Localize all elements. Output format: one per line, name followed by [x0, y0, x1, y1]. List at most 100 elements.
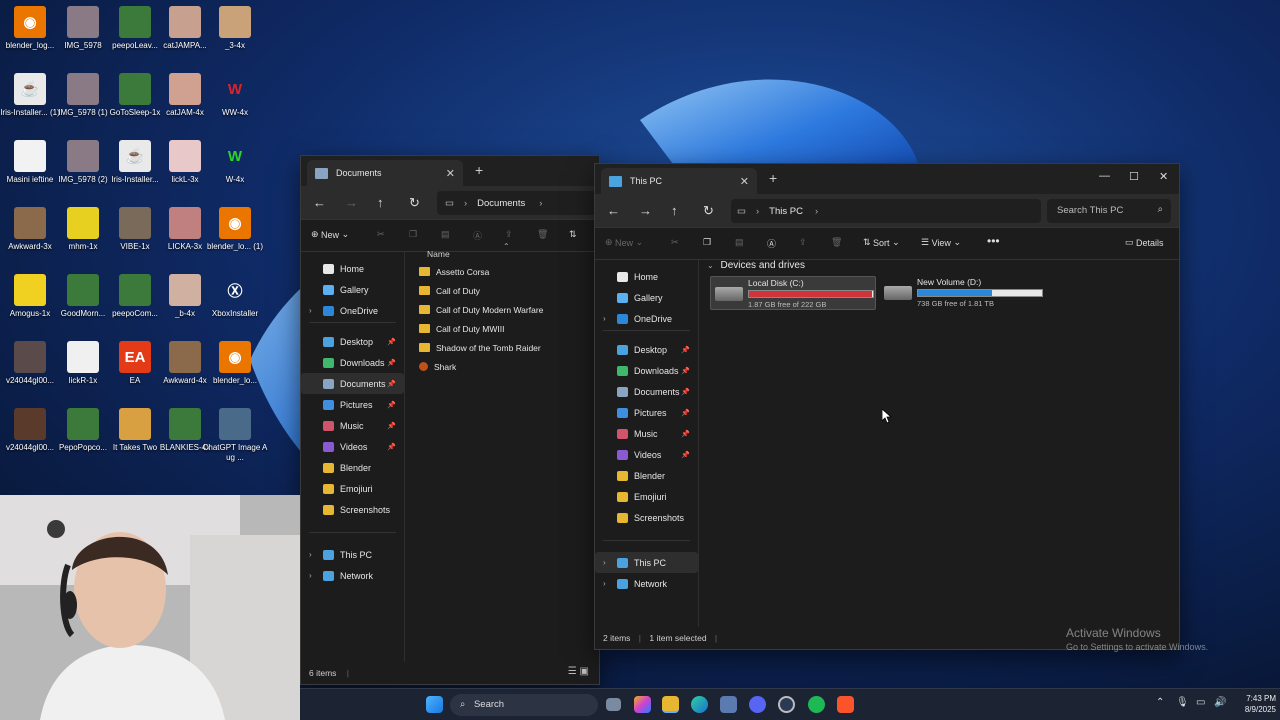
- nav-item[interactable]: Gallery: [301, 279, 404, 300]
- file-row[interactable]: Shadow of the Tomb Raider: [419, 338, 541, 357]
- sort-button[interactable]: ⇅ Sort ⌄: [863, 237, 900, 248]
- start-button-windows-icon[interactable]: [426, 696, 443, 713]
- thispc-tab[interactable]: This PC ✕: [601, 168, 757, 194]
- nav-item[interactable]: Videos 📌: [595, 444, 698, 465]
- minimize-icon[interactable]: —: [1099, 170, 1110, 182]
- file-explorer-icon[interactable]: [662, 696, 679, 713]
- rename-icon[interactable]: Ⓐ: [473, 229, 482, 242]
- network-icon[interactable]: ▭: [1196, 697, 1205, 708]
- file-row[interactable]: Assetto Corsa: [419, 262, 489, 281]
- drive-tile[interactable]: Local Disk (C:) 1.87 GB free of 222 GB: [710, 276, 876, 310]
- nav-item[interactable]: Emojiuri: [595, 486, 698, 507]
- desktop-shortcut[interactable]: Ⓧ XboxInstaller: [202, 274, 268, 319]
- edge-icon[interactable]: [691, 696, 708, 713]
- file-row[interactable]: Call of Duty: [419, 281, 480, 300]
- nav-item[interactable]: Screenshots: [595, 507, 698, 528]
- nav-item[interactable]: Music 📌: [301, 415, 404, 436]
- chevron-up-icon[interactable]: ⌃: [1156, 697, 1164, 708]
- cut-icon[interactable]: ✂: [377, 229, 385, 240]
- sort-icon[interactable]: ⇅: [569, 229, 577, 240]
- back-arrow-icon[interactable]: ←: [607, 203, 620, 218]
- more-options-icon[interactable]: •••: [987, 234, 1000, 248]
- file-row[interactable]: Shark: [419, 357, 456, 376]
- copy-icon[interactable]: ❐: [703, 237, 711, 248]
- microphone-icon[interactable]: 🎙: [1176, 697, 1189, 708]
- nav-item[interactable]: Emojiuri: [301, 478, 404, 499]
- delete-icon[interactable]: 🗑: [831, 237, 842, 248]
- documents-breadcrumb[interactable]: ▭ › Documents ›: [437, 191, 601, 215]
- nav-item[interactable]: Home: [301, 258, 404, 279]
- clock[interactable]: 7:43 PM 8/9/2025: [1230, 693, 1276, 715]
- desktop-shortcut[interactable]: ChatGPT Image Aug ...: [202, 408, 268, 463]
- nav-item[interactable]: Downloads 📌: [595, 360, 698, 381]
- nav-item[interactable]: › Network: [301, 565, 404, 586]
- drive-tile[interactable]: New Volume (D:) 738 GB free of 1.81 TB: [880, 276, 1046, 310]
- new-tab-icon[interactable]: +: [475, 162, 483, 178]
- nav-item[interactable]: Downloads 📌: [301, 352, 404, 373]
- search-input[interactable]: Search This PC ⌕: [1047, 199, 1171, 223]
- thispc-window[interactable]: This PC ✕ + — ☐ ✕ ← → ↑ ↻ ▭ › This PC › …: [594, 163, 1180, 650]
- close-tab-icon[interactable]: ✕: [446, 167, 455, 180]
- nav-item[interactable]: Documents 📌: [301, 373, 404, 394]
- refresh-icon[interactable]: ↻: [409, 195, 420, 211]
- nav-item[interactable]: Desktop 📌: [595, 339, 698, 360]
- chevron-right-icon[interactable]: ›: [603, 314, 606, 323]
- copilot-icon[interactable]: [634, 696, 651, 713]
- new-button[interactable]: ⊕ New ⌄: [605, 237, 643, 248]
- up-arrow-icon[interactable]: ↑: [377, 195, 384, 210]
- spotify-icon[interactable]: [808, 696, 825, 713]
- forward-arrow-icon[interactable]: →: [345, 195, 358, 210]
- chevron-right-icon[interactable]: ›: [309, 306, 312, 315]
- breadcrumb-thispc[interactable]: This PC: [769, 206, 803, 217]
- nav-item[interactable]: › This PC: [595, 552, 698, 573]
- store-icon[interactable]: [720, 696, 737, 713]
- desktop-shortcut[interactable]: W WW-4x: [202, 73, 268, 118]
- cut-icon[interactable]: ✂: [671, 237, 679, 248]
- nav-item[interactable]: › OneDrive: [301, 300, 404, 321]
- copy-icon[interactable]: ❐: [409, 229, 417, 240]
- nav-item[interactable]: Desktop 📌: [301, 331, 404, 352]
- nav-item[interactable]: Videos 📌: [301, 436, 404, 457]
- nav-item[interactable]: Music 📌: [595, 423, 698, 444]
- list-view-icon[interactable]: ☰ ▣: [568, 666, 589, 677]
- back-arrow-icon[interactable]: ←: [313, 195, 326, 210]
- nav-item[interactable]: › This PC: [301, 544, 404, 565]
- steam-icon[interactable]: [778, 696, 795, 713]
- forward-arrow-icon[interactable]: →: [639, 203, 652, 218]
- chevron-right-icon[interactable]: ›: [309, 571, 312, 580]
- delete-icon[interactable]: 🗑: [537, 229, 548, 240]
- thispc-breadcrumb[interactable]: ▭ › This PC ›: [731, 199, 1041, 223]
- nav-item[interactable]: Blender: [595, 465, 698, 486]
- share-icon[interactable]: ⇪: [799, 237, 807, 248]
- chevron-right-icon[interactable]: ›: [603, 579, 606, 588]
- desktop-shortcut[interactable]: _3-4x: [202, 6, 268, 51]
- chevron-right-icon[interactable]: ›: [309, 550, 312, 559]
- new-button[interactable]: ⊕ New ⌄: [311, 229, 349, 240]
- close-tab-icon[interactable]: ✕: [740, 175, 749, 188]
- nav-item[interactable]: Pictures 📌: [301, 394, 404, 415]
- nav-item[interactable]: Blender: [301, 457, 404, 478]
- nav-item[interactable]: Documents 📌: [595, 381, 698, 402]
- maximize-icon[interactable]: ☐: [1129, 170, 1139, 183]
- paste-icon[interactable]: ▤: [735, 237, 744, 248]
- nav-item[interactable]: Screenshots: [301, 499, 404, 520]
- refresh-icon[interactable]: ↻: [703, 203, 714, 219]
- volume-icon[interactable]: 🔊: [1214, 697, 1226, 708]
- taskbar-search-box[interactable]: ⌕ Search: [450, 694, 598, 716]
- view-button[interactable]: ☰ View ⌄: [921, 237, 961, 248]
- up-arrow-icon[interactable]: ↑: [671, 203, 678, 218]
- discord-icon[interactable]: [749, 696, 766, 713]
- desktop-shortcut[interactable]: W W-4x: [202, 140, 268, 185]
- new-tab-icon[interactable]: +: [769, 170, 777, 186]
- nav-item[interactable]: › Network: [595, 573, 698, 594]
- brave-icon[interactable]: [837, 696, 854, 713]
- nav-item[interactable]: Gallery: [595, 287, 698, 308]
- desktop-shortcut[interactable]: ◉ blender_lo... (1): [202, 207, 268, 252]
- nav-item[interactable]: Home: [595, 266, 698, 287]
- breadcrumb-documents[interactable]: Documents: [477, 198, 525, 209]
- nav-item[interactable]: Pictures 📌: [595, 402, 698, 423]
- devices-section-header[interactable]: ⌄ Devices and drives: [707, 260, 805, 271]
- nav-item[interactable]: › OneDrive: [595, 308, 698, 329]
- file-row[interactable]: Call of Duty MWIII: [419, 319, 504, 338]
- details-button[interactable]: ▭ Details: [1125, 237, 1164, 248]
